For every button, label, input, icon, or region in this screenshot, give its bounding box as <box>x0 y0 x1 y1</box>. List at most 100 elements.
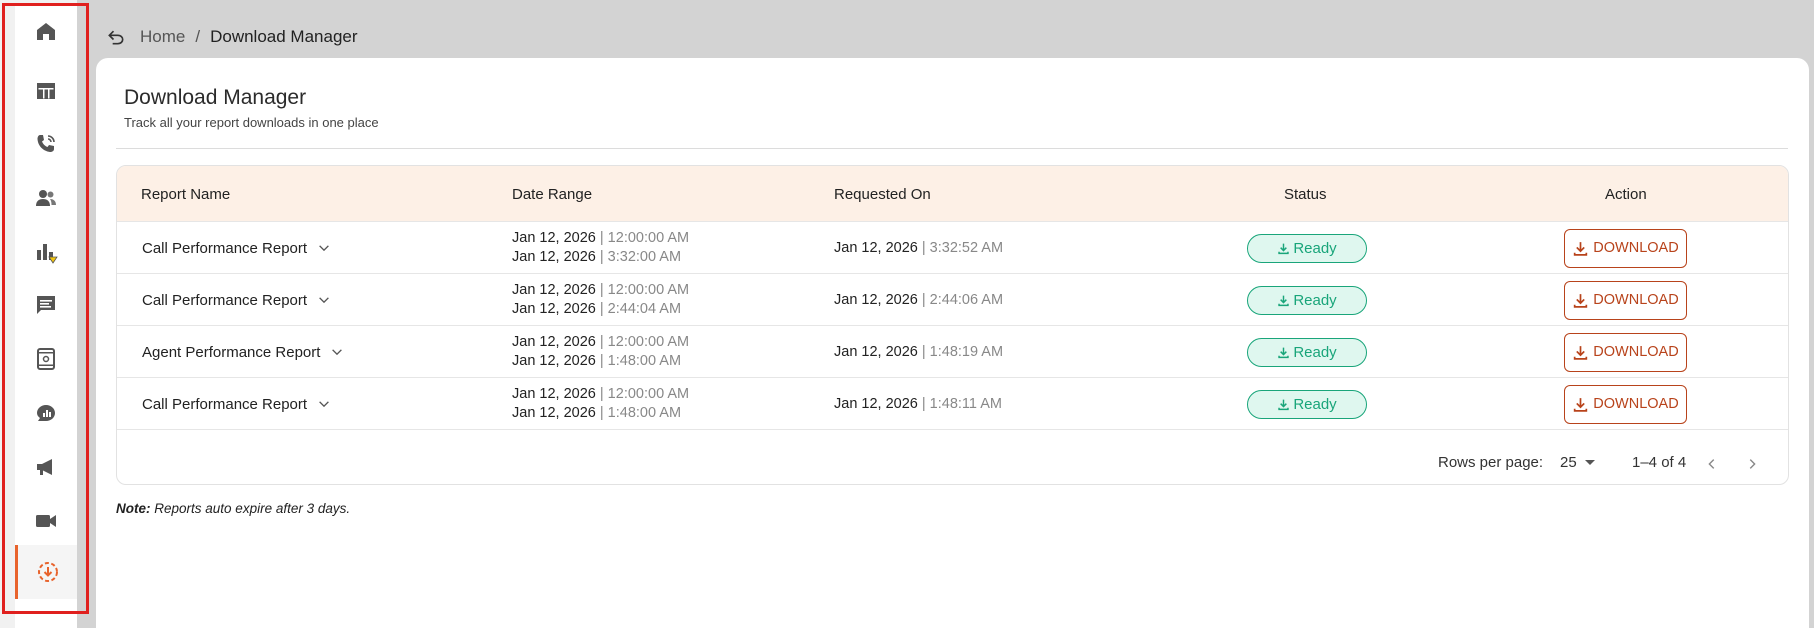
sidebar-item-messages[interactable] <box>15 278 77 332</box>
download-manager-icon <box>37 562 58 582</box>
action-cell: DOWNLOAD <box>1564 378 1687 430</box>
date-range-cell: Jan 12, 2026 | 12:00:00 AM Jan 12, 2026 … <box>512 274 689 326</box>
date-range-cell: Jan 12, 2026 | 12:00:00 AM Jan 12, 2026 … <box>512 326 689 378</box>
date-from: Jan 12, 2026 <box>512 334 596 350</box>
date-from: Jan 12, 2026 <box>512 230 596 246</box>
breadcrumb-current: Download Manager <box>210 27 358 46</box>
sidebar-item-users[interactable] <box>15 171 77 225</box>
chevron-down-icon[interactable] <box>317 292 333 308</box>
chevron-down-icon[interactable] <box>330 344 346 360</box>
download-icon <box>1574 293 1588 308</box>
action-cell: DOWNLOAD <box>1564 274 1687 326</box>
time-from: | 12:00:00 AM <box>599 334 690 350</box>
action-cell: DOWNLOAD <box>1564 222 1687 274</box>
pagination-range: 1–4 of 4 <box>1632 454 1687 471</box>
requested-on-cell: Jan 12, 2026 | 1:48:19 AM <box>834 326 1003 378</box>
chevron-right-icon <box>1749 459 1756 469</box>
note-text: Reports auto expire after 3 days. <box>154 501 351 516</box>
rows-per-page-label: Rows per page: <box>1438 454 1544 471</box>
downloads-table: Report Name Date Range Requested On Stat… <box>116 165 1789 485</box>
time-to: | 1:48:00 AM <box>599 353 682 369</box>
sidebar-item-analytics[interactable] <box>15 225 77 279</box>
sidebar-nav <box>15 5 77 628</box>
status-badge: Ready <box>1247 233 1367 263</box>
requested-time: | 3:32:52 AM <box>921 240 1004 256</box>
sidebar-item-campaigns[interactable] <box>15 440 77 494</box>
chevron-down-icon[interactable] <box>317 396 333 412</box>
status-text: Ready <box>1293 343 1337 361</box>
status-badge: Ready <box>1247 337 1367 367</box>
chat-analytics-icon <box>37 405 55 421</box>
date-range-cell: Jan 12, 2026 | 12:00:00 AM Jan 12, 2026 … <box>512 378 689 430</box>
rows-per-page-select[interactable]: 25 <box>1560 454 1595 471</box>
chevron-down-icon[interactable] <box>317 240 333 256</box>
download-icon <box>1278 295 1290 306</box>
video-icon <box>36 515 56 527</box>
breadcrumb-separator: / <box>195 27 201 46</box>
status-badge: Ready <box>1247 285 1367 315</box>
table-row: Call Performance Report Jan 12, 2026 | 1… <box>117 378 1788 430</box>
divider <box>116 148 1788 149</box>
header-requested-on: Requested On <box>834 185 931 203</box>
breadcrumb-home-link[interactable]: Home <box>140 27 185 47</box>
download-button-label: DOWNLOAD <box>1593 292 1679 308</box>
sidebar-item-chat-analytics[interactable] <box>15 386 77 440</box>
status-cell: Ready <box>1247 378 1367 430</box>
download-icon <box>1574 241 1588 256</box>
users-icon <box>36 190 56 206</box>
report-name-cell[interactable]: Call Performance Report <box>142 222 333 274</box>
status-text: Ready <box>1293 239 1337 257</box>
next-page-button[interactable] <box>1741 453 1763 475</box>
report-name-cell[interactable]: Agent Performance Report <box>142 326 346 378</box>
tablet-icon <box>37 348 55 370</box>
phone-icon <box>37 135 55 152</box>
sidebar-item-download-manager[interactable] <box>15 545 77 599</box>
status-badge: Ready <box>1247 389 1367 419</box>
report-name: Agent Performance Report <box>142 343 321 361</box>
sidebar-item-video[interactable] <box>15 494 77 548</box>
report-name: Call Performance Report <box>142 395 308 413</box>
megaphone-icon <box>37 459 52 475</box>
header-status: Status <box>1284 185 1327 203</box>
sidebar-item-tablet[interactable] <box>15 332 77 386</box>
chevron-left-icon <box>1708 459 1715 469</box>
report-name-cell[interactable]: Call Performance Report <box>142 378 333 430</box>
requested-date: Jan 12, 2026 <box>834 240 918 256</box>
caret-down-icon <box>1584 460 1595 465</box>
status-cell: Ready <box>1247 222 1367 274</box>
main-card: Download Manager Track all your report d… <box>96 58 1809 628</box>
download-button[interactable]: DOWNLOAD <box>1564 280 1687 320</box>
bar-chart-icon <box>37 244 58 264</box>
requested-on-cell: Jan 12, 2026 | 2:44:06 AM <box>834 274 1003 326</box>
header-action: Action <box>1605 185 1647 203</box>
download-icon <box>1278 399 1290 410</box>
requested-date: Jan 12, 2026 <box>834 344 918 360</box>
status-cell: Ready <box>1247 274 1367 326</box>
report-name-cell[interactable]: Call Performance Report <box>142 274 333 326</box>
time-to: | 2:44:04 AM <box>599 301 682 317</box>
date-to: Jan 12, 2026 <box>512 353 596 369</box>
header-report-name: Report Name <box>141 185 231 203</box>
download-button[interactable]: DOWNLOAD <box>1564 384 1687 424</box>
date-to: Jan 12, 2026 <box>512 301 596 317</box>
sidebar-separator <box>77 0 95 628</box>
note-label: Note: <box>116 501 151 516</box>
prev-page-button[interactable] <box>1701 453 1723 475</box>
sidebar-item-home[interactable] <box>15 5 77 59</box>
time-from: | 12:00:00 AM <box>599 386 690 402</box>
download-button-label: DOWNLOAD <box>1593 344 1679 360</box>
back-icon[interactable] <box>106 26 128 48</box>
report-name: Call Performance Report <box>142 291 308 309</box>
time-to: | 3:32:00 AM <box>599 249 682 265</box>
sidebar-item-calls[interactable] <box>15 117 77 171</box>
pagination: Rows per page: 25 1–4 of 4 <box>117 442 1788 484</box>
table-row: Call Performance Report Jan 12, 2026 | 1… <box>117 222 1788 274</box>
download-button[interactable]: DOWNLOAD <box>1564 332 1687 372</box>
table-header: Report Name Date Range Requested On Stat… <box>117 166 1788 222</box>
page-title: Download Manager <box>124 86 307 109</box>
sidebar-item-table[interactable] <box>15 64 77 118</box>
page-subtitle: Track all your report downloads in one p… <box>124 115 379 130</box>
chat-icon <box>37 296 55 314</box>
requested-date: Jan 12, 2026 <box>834 396 918 412</box>
download-button[interactable]: DOWNLOAD <box>1564 228 1687 268</box>
